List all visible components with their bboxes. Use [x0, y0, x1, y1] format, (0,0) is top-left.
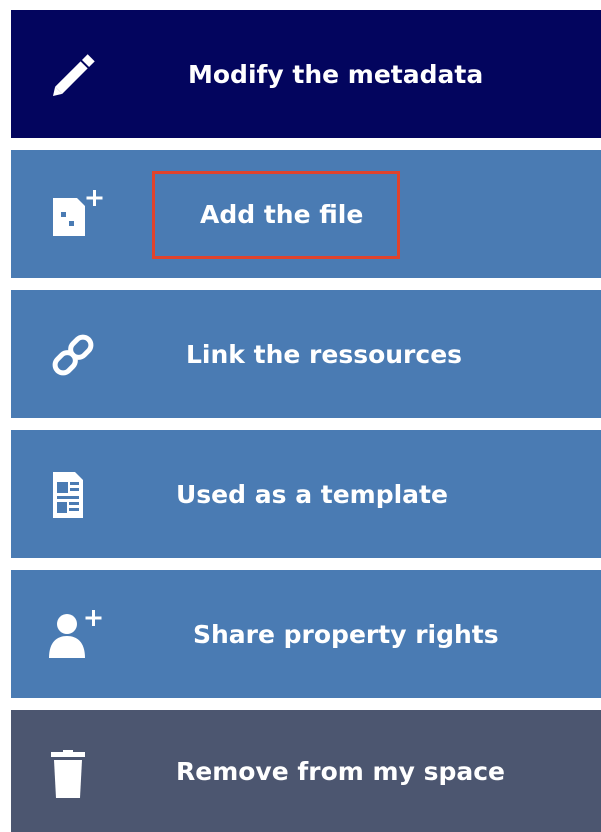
add-file-button[interactable]: Add the file	[11, 150, 601, 278]
add-file-label: Add the file	[200, 199, 364, 229]
remove-from-space-label: Remove from my space	[176, 756, 505, 786]
link-resources-label: Link the ressources	[186, 339, 463, 369]
modify-metadata-label: Modify the metadata	[188, 59, 484, 89]
remove-from-space-button[interactable]: Remove from my space	[11, 710, 601, 832]
modify-metadata-button[interactable]: Modify the metadata	[11, 10, 601, 138]
use-as-template-label: Used as a template	[176, 479, 448, 509]
action-menu: Modify the metadata Add the file Link th	[11, 10, 601, 832]
share-property-rights-button[interactable]: Share property rights	[11, 570, 601, 698]
link-resources-button[interactable]: Link the ressources	[11, 290, 601, 418]
share-property-rights-label: Share property rights	[193, 619, 499, 649]
use-as-template-button[interactable]: Used as a template	[11, 430, 601, 558]
